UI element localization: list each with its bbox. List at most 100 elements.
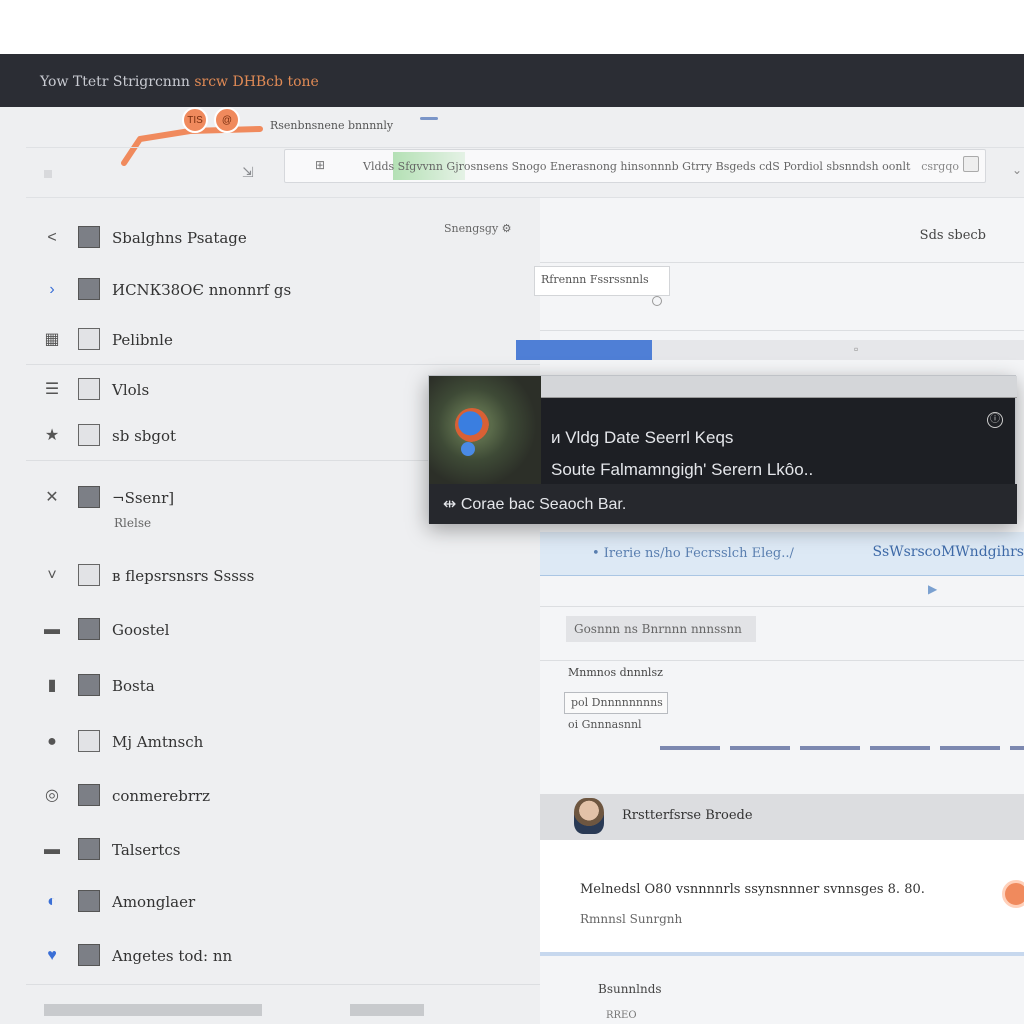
folder-icon <box>78 226 100 248</box>
result-source[interactable]: SsWsrscoMWndgihrs <box>872 544 1024 560</box>
map-thumbnail <box>429 376 541 484</box>
sidebar-item-profile[interactable]: ▦ Pelibnle <box>26 320 540 360</box>
chevron-right-icon[interactable]: › <box>42 280 62 300</box>
tag-icon: ▬ <box>44 841 60 858</box>
tooltip-line-3[interactable]: ⇹ Corae bac Seaoch Bar. <box>443 494 626 514</box>
sidebar-item-account[interactable]: ● Mj Amtnsch <box>26 722 540 762</box>
sidebar-item-label: sb sbgot <box>112 427 177 445</box>
sidebar: < Sbalghns Psatage Snengsgy ⚙ › ИСNКЗ8ОЄ… <box>26 197 540 1024</box>
filter-chip-secondary[interactable]: oi Gnnnasnnl <box>562 716 658 736</box>
tooltip-topbar <box>511 376 1017 398</box>
sidebar-footer-bar <box>44 1004 262 1016</box>
sidebar-item-label: Mj Amtnsch <box>112 733 204 751</box>
author-row[interactable]: Rrstterfsrse Broede <box>540 794 1024 840</box>
doc-icon <box>78 838 100 860</box>
sidebar-item-label: conmerebrrz <box>112 787 211 805</box>
search-icon[interactable]: ⊞ <box>315 158 325 172</box>
footer-sublabel: RREO <box>606 1010 637 1021</box>
tooltip-footer[interactable]: ⇹ Corae bac Seaoch Bar. <box>429 484 1017 524</box>
filter-chip[interactable]: pol Dnnnnnnnns <box>564 692 668 714</box>
highlighted-result-row[interactable]: • Irerie ns/ho Fecrsslch Eleg../ SsWsrsc… <box>540 532 1024 576</box>
menu-icon[interactable] <box>44 170 52 178</box>
settings-doc-icon <box>78 564 100 586</box>
main-header-text[interactable]: Sds sbecb <box>920 228 986 243</box>
sidebar-item-label: в flepsrsnsrs Sssss <box>112 567 255 585</box>
tooltip-line-2: Soute Falmamngigh' Serern Lkôo.. <box>551 460 814 479</box>
sidebar-item-label: Pelibnle <box>112 331 173 349</box>
breadcrumb[interactable]: Rsenbnsnene bnnnnly <box>270 119 393 132</box>
sidebar-item-posts[interactable]: ▮ Bosta <box>26 666 540 706</box>
app-titlebar: Yow Ttetr Strigrcnnn srcw DHBcb tone <box>0 54 1024 107</box>
doc-icon <box>78 278 100 300</box>
location-dot-icon <box>461 442 475 456</box>
location-pin-icon <box>455 408 489 442</box>
search-input[interactable]: Vldds Sfgvvnn Gjrosnsens Snogo Enerasnon… <box>363 160 910 173</box>
play-icon[interactable]: ▶ <box>928 582 937 596</box>
sidebar-item-sub: Rlelse <box>114 516 152 530</box>
trash-icon: ▮ <box>47 677 57 694</box>
bookmark-icon <box>78 424 100 446</box>
more-options-icon[interactable]: ⌄ <box>1012 163 1022 177</box>
tray-icon: ▬ <box>44 621 60 638</box>
profile-icon[interactable] <box>963 156 979 172</box>
title-main: Strigrcnnn <box>108 74 195 90</box>
main-divider <box>540 330 1024 331</box>
sidebar-item-favorites[interactable]: ♥ Angetes tod: nn <box>26 936 540 976</box>
doc-icon <box>78 674 100 696</box>
sidebar-item-label: Goostel <box>112 621 170 639</box>
breadcrumb-indicator <box>420 117 438 120</box>
dashed-rule <box>660 746 1024 750</box>
sidebar-item-label: Vlols <box>112 381 150 399</box>
heart-icon: ♥ <box>47 947 57 964</box>
detail-text: Melnedsl O80 vsnnnnrls ssynsnnner svnnsg… <box>580 882 925 897</box>
sidebar-item-label: Amonglaer <box>112 893 196 911</box>
close-icon[interactable]: ✕ <box>42 488 62 508</box>
sidebar-item-dashboard[interactable]: › ИСNКЗ8ОЄ nnonnrf gs <box>26 270 540 310</box>
window-title: Yow Ttetr Strigrcnnn srcw DHBcb tone <box>40 74 319 90</box>
sidebar-item-analytics[interactable]: ◐ Amonglaer <box>26 882 540 922</box>
author-name[interactable]: Rrstterfsrse Broede <box>622 808 753 823</box>
sidebar-item-settings[interactable]: < Sbalghns Psatage Snengsgy ⚙ <box>26 218 540 258</box>
sidebar-item-preferences[interactable]: ˅ в flepsrsnsrs Sssss <box>26 556 540 596</box>
back-arrow-icon[interactable]: < <box>42 228 62 248</box>
radio-icon[interactable] <box>652 296 662 306</box>
card-icon <box>78 328 100 350</box>
sidebar-item-label: Sbalghns Psatage <box>112 229 247 247</box>
doc-icon <box>78 618 100 640</box>
sidebar-item-content[interactable]: ▬ Goostel <box>26 610 540 650</box>
sidebar-item-label: ¬Ssenr] <box>112 489 175 507</box>
result-snippet: Gosnnn ns Bnrnnn nnnssnn <box>566 616 756 642</box>
list-doc-icon <box>78 378 100 400</box>
sidebar-item-comments[interactable]: ◎ conmerebrrz <box>26 776 540 816</box>
filter-card[interactable]: Rfrennn Fssrssnnls <box>534 266 670 296</box>
sidebar-item-label: Angetes tod: nn <box>112 947 233 965</box>
search-bar[interactable]: ⊞ Vldds Sfgvvnn Gjrosnsens Snogo Enerasn… <box>284 149 986 183</box>
search-filter-label[interactable]: csrgqo <box>921 160 959 173</box>
result-link[interactable]: • Irerie ns/ho Fecrsslch Eleg../ <box>592 546 794 561</box>
dot-icon: ● <box>47 733 57 750</box>
sidebar-divider <box>26 984 540 985</box>
footer-label: Bsunnlnds <box>598 982 662 996</box>
detail-subtext: Rmnnsl Sunrgnh <box>580 912 683 926</box>
detail-card[interactable]: Melnedsl O80 vsnnnnrls ssynsnnner svnnsg… <box>540 840 1024 956</box>
monitor-icon <box>78 784 100 806</box>
cursor-icon: ⇲ <box>242 164 254 180</box>
main-panel: Sds sbecb Rfrennn Fssrssnnls ▫ • Irerie … <box>516 197 1024 1024</box>
pie-icon: ◐ <box>47 893 57 910</box>
sidebar-item-categories[interactable]: ▬ Talsertcs <box>26 830 540 870</box>
info-icon[interactable]: ⓘ <box>987 412 1003 428</box>
main-divider <box>540 660 1024 661</box>
user-badge-icon[interactable]: @ <box>214 107 240 133</box>
list-icon: ☰ <box>44 381 60 398</box>
sidebar-footer-button[interactable] <box>350 1004 424 1016</box>
window-icon <box>78 730 100 752</box>
notification-badge[interactable]: TIS <box>182 107 208 133</box>
tooltip-line-1: и Vldg Date Seerrl Keqs <box>551 428 734 447</box>
target-icon: ◎ <box>45 787 59 804</box>
title-suffix: srcw DHBcb tone <box>194 74 319 90</box>
notification-dot-icon[interactable] <box>1002 880 1024 908</box>
doc-icon <box>78 890 100 912</box>
avatar[interactable] <box>574 798 604 834</box>
sidebar-item-label: Talsertcs <box>112 841 181 859</box>
chevron-down-icon[interactable]: ˅ <box>42 566 62 586</box>
